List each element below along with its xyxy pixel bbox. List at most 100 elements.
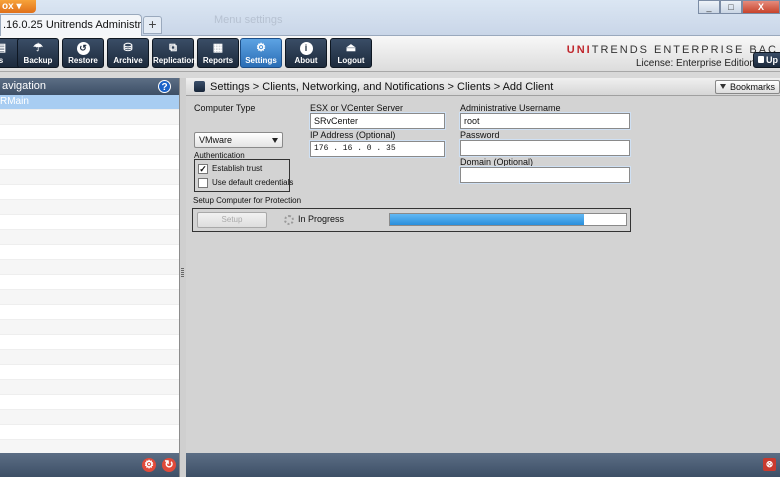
chevron-down-icon (272, 138, 278, 143)
lock-icon (758, 56, 764, 63)
admin-username-label: Administrative Username (460, 103, 561, 113)
breadcrumb: Settings > Clients, Networking, and Noti… (186, 78, 780, 96)
ip-address-field[interactable]: 176 . 16 . 0 . 35 (310, 141, 445, 157)
tree-row (0, 140, 179, 155)
settings-icon (194, 81, 205, 92)
tree-row (0, 230, 179, 245)
help-icon[interactable]: ? (158, 80, 171, 93)
tree-row (0, 350, 179, 365)
tree-row (0, 410, 179, 425)
navigation-tree: RMain (0, 95, 179, 453)
toolbar-settings-button[interactable]: ⚙ Settings (240, 38, 282, 68)
toolbar-replication-button[interactable]: ⧉ Replication (152, 38, 197, 68)
tree-row (0, 260, 179, 275)
computer-type-select[interactable]: VMware (194, 132, 283, 148)
establish-trust-checkbox[interactable]: ✓ (198, 164, 208, 174)
toolbar-restore-button[interactable]: ↺ Restore (62, 38, 104, 68)
tree-item-selected[interactable]: RMain (0, 95, 179, 110)
ghost-tab: Menu settings (214, 14, 283, 26)
upgrade-label: Up (766, 55, 778, 65)
tree-row (0, 155, 179, 170)
reports-icon: ▦ (212, 42, 224, 54)
chevron-down-icon (719, 84, 726, 89)
toolbar-button-label: Settings (245, 56, 277, 65)
browser-menu-button[interactable]: ox ▾ (0, 0, 36, 13)
ip-address-label: IP Address (Optional) (310, 130, 396, 140)
replication-icon: ⧉ (169, 42, 177, 54)
tree-row (0, 185, 179, 200)
main-footer: ⊗ (186, 453, 780, 477)
status-icon: ▤ (0, 42, 7, 54)
new-tab-button[interactable]: + (143, 16, 162, 34)
tree-row (0, 245, 179, 260)
progress-bar-fill (390, 214, 584, 225)
password-field[interactable] (460, 140, 630, 156)
navigation-title: avigation (2, 80, 47, 92)
tree-row (0, 290, 179, 305)
domain-field[interactable] (460, 167, 630, 183)
tree-row (0, 215, 179, 230)
toolbar-reports-button[interactable]: ▦ Reports (197, 38, 239, 68)
browser-menu-label: ox (2, 1, 14, 12)
setup-button[interactable]: Setup (197, 212, 267, 228)
admin-username-field[interactable]: root (460, 113, 630, 129)
tree-row (0, 380, 179, 395)
close-window-button[interactable]: X (742, 0, 780, 14)
brand-rest: TRENDS ENTERPRISE BAC (591, 44, 778, 56)
esx-server-field[interactable]: SRvCenter (310, 113, 445, 129)
tree-row (0, 170, 179, 185)
tree-row (0, 125, 179, 140)
toolbar-button-label: Logout (337, 56, 365, 65)
toolbar-button-label: Restore (68, 56, 98, 65)
tree-row (0, 335, 179, 350)
refresh-icon[interactable]: ↻ (162, 458, 176, 472)
close-icon[interactable]: ⊗ (763, 458, 776, 471)
bookmarks-button[interactable]: Bookmarks (714, 80, 780, 94)
navigation-footer: ⚙ ↻ (0, 453, 179, 477)
tree-row (0, 395, 179, 410)
establish-trust-option[interactable]: ✓ Establish trust (198, 164, 262, 176)
toolbar-logout-button[interactable]: ⏏ Logout (330, 38, 372, 68)
gear-icon: ⚙ (256, 42, 266, 54)
authentication-box: ✓ Establish trust Use default credentials (194, 159, 293, 192)
toolbar-button-label: Archive (113, 56, 143, 65)
minimize-button[interactable]: _ (698, 0, 720, 14)
brand-prefix: UNI (566, 44, 592, 56)
toolbar-archive-button[interactable]: ⛁ Archive (107, 38, 149, 68)
tree-row (0, 110, 179, 125)
computer-type-label: Computer Type (194, 103, 256, 113)
window-controls: _ □ X (698, 0, 780, 14)
maximize-button[interactable]: □ (720, 0, 742, 14)
main-area: Settings > Clients, Networking, and Noti… (186, 78, 780, 477)
upgrade-button[interactable]: Up (753, 52, 780, 68)
setup-section-label: Setup Computer for Protection (193, 196, 302, 205)
domain-label: Domain (Optional) (460, 157, 534, 167)
toolbar-about-button[interactable]: i About (285, 38, 327, 68)
computer-type-value: VMware (199, 135, 233, 145)
brand-logo: UNITRENDS ENTERPRISE BAC (567, 44, 778, 56)
toolbar-button-label: Replication (153, 56, 197, 65)
breadcrumb-text: Settings > Clients, Networking, and Noti… (210, 81, 554, 93)
navigation-header: avigation ? (0, 78, 179, 95)
toolbar-button-label: Backup (23, 56, 53, 65)
setup-section: Setup In Progress (192, 208, 631, 232)
use-default-credentials-checkbox[interactable] (198, 178, 208, 188)
bookmarks-label: Bookmarks (729, 82, 775, 92)
browser-tab-active[interactable]: .16.0.25 Unitrends Administrator Inter… (0, 14, 142, 36)
use-default-credentials-option[interactable]: Use default credentials (198, 178, 293, 190)
tree-row (0, 275, 179, 290)
toolbar-backup-button[interactable]: ☂ Backup (17, 38, 59, 68)
progress-status-text: In Progress (298, 214, 345, 224)
browser-chrome: ox ▾ _ □ X .16.0.25 Unitrends Administra… (0, 0, 780, 36)
establish-trust-label: Establish trust (212, 164, 263, 174)
esx-server-label: ESX or VCenter Server (310, 103, 404, 113)
use-default-credentials-label: Use default credentials (212, 178, 294, 188)
tree-row (0, 305, 179, 320)
restore-icon: ↺ (76, 42, 90, 55)
tree-row (0, 365, 179, 380)
gear-icon[interactable]: ⚙ (142, 458, 156, 472)
progress-bar (389, 213, 627, 226)
license-text: License: Enterprise Edition (636, 58, 755, 69)
tree-row (0, 200, 179, 215)
tree-row (0, 440, 179, 453)
